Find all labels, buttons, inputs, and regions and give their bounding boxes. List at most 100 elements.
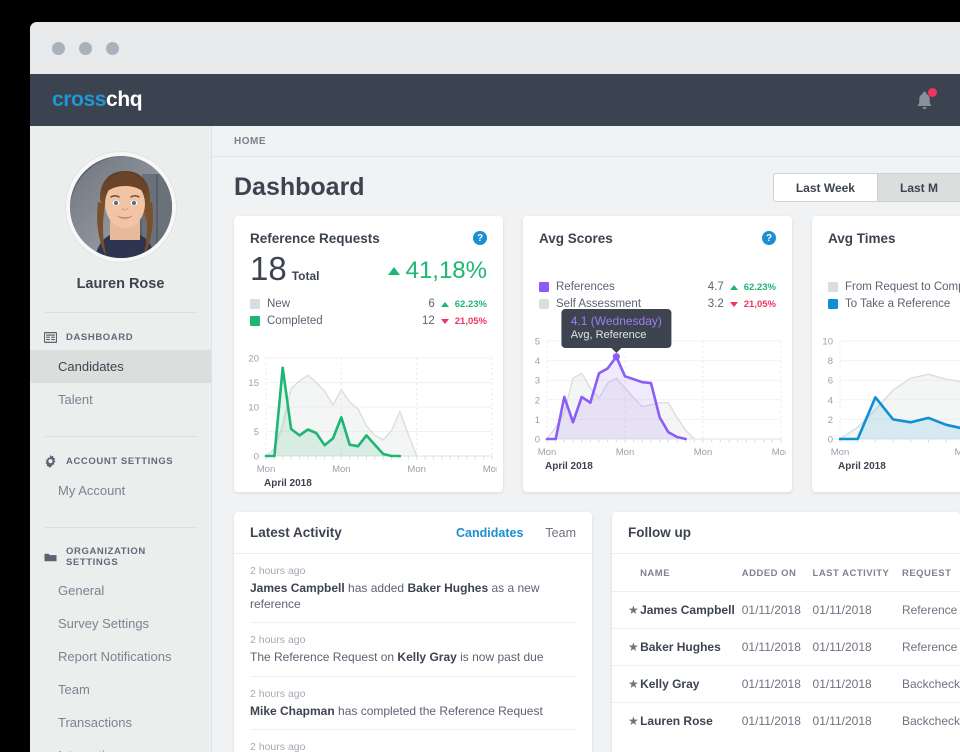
- svg-text:April 2018: April 2018: [838, 461, 886, 471]
- chart-avg-scores[interactable]: 012345MonMonMonMonApril 2018 4.1 (Wednes…: [523, 308, 792, 475]
- legend-value: 3.2: [707, 298, 724, 310]
- arrow-up-icon: [440, 301, 449, 307]
- activity-time: 2 hours ago: [250, 740, 306, 752]
- card-avg-times: Avg Times From Request to Complet: [812, 216, 960, 492]
- svg-text:10: 10: [248, 403, 259, 414]
- avatar[interactable]: [65, 152, 176, 262]
- legend-value: 4.7: [707, 281, 724, 293]
- star-icon[interactable]: ★: [612, 702, 641, 739]
- help-icon[interactable]: ?: [473, 231, 487, 245]
- activity-time: 2 hours ago: [250, 687, 306, 700]
- activity-item[interactable]: 2 hours ago Mike Chapman has completed th…: [250, 677, 576, 730]
- sidebar-divider-1: [44, 312, 197, 313]
- sidebar-item-survey-settings[interactable]: Survey Settings: [30, 607, 211, 640]
- svg-text:Mon: Mon: [616, 447, 634, 458]
- legend-row-references: References 4.7 62.23%: [539, 281, 776, 293]
- legend-swatch: [539, 299, 549, 309]
- th-last-activity[interactable]: LAST ACTIVITY: [813, 554, 902, 592]
- star-icon[interactable]: ★: [612, 591, 641, 629]
- th-request[interactable]: REQUEST: [902, 554, 960, 592]
- window-minimize-dot[interactable]: [79, 41, 92, 55]
- activity-item[interactable]: 2 hours ago James Campbell has added Bake…: [250, 554, 576, 624]
- breadcrumb-bar: HOME: [212, 126, 960, 157]
- sidebar-item-team[interactable]: Team: [30, 673, 211, 706]
- legend-swatch: [828, 282, 838, 292]
- sidebar-item-general[interactable]: General: [30, 574, 211, 607]
- sidebar-item-report-notifications[interactable]: Report Notifications: [30, 640, 211, 673]
- tab-team[interactable]: Team: [545, 526, 576, 540]
- app-logo[interactable]: crosschq: [52, 88, 143, 112]
- sidebar-group-header-dashboard: DASHBOARD: [30, 331, 211, 344]
- sidebar-group-label: ORGANIZATION SETTINGS: [66, 546, 146, 568]
- range-button-last-month[interactable]: Last M: [876, 173, 960, 202]
- th-added-on[interactable]: ADDED ON: [742, 554, 813, 592]
- arrow-down-icon: [729, 301, 738, 307]
- notifications-button[interactable]: [912, 87, 938, 113]
- folder-icon: [44, 551, 57, 564]
- svg-text:Mon: Mon: [955, 447, 960, 458]
- window-close-dot[interactable]: [52, 41, 65, 55]
- card-title: Avg Scores: [539, 231, 613, 246]
- legend-swatch: [828, 299, 838, 309]
- sidebar-item-candidates[interactable]: Candidates: [30, 350, 211, 383]
- chart-avg-times[interactable]: 0 2 4 6 8 10 Mon Mon April 2018: [812, 325, 960, 475]
- svg-text:0: 0: [254, 452, 259, 463]
- activity-item[interactable]: 2 hours ago The Reference Request on Kell…: [250, 623, 576, 677]
- legend-value: 12: [421, 315, 435, 327]
- table-row[interactable]: ★ Kelly Gray 01/11/2018 01/11/2018 Backcheck: [612, 665, 960, 703]
- star-icon[interactable]: ★: [612, 665, 641, 703]
- table-row[interactable]: ★ Lauren Rose 01/11/2018 01/11/2018 Backchec…: [612, 702, 960, 739]
- table-row[interactable]: ★ Baker Hughes 01/11/2018 01/11/2018 Referen…: [612, 628, 960, 666]
- svg-text:Mon: Mon: [831, 447, 849, 458]
- legend-label: Self Assessment: [556, 298, 642, 310]
- sidebar-group-organization: ORGANIZATION SETTINGS General Survey Set…: [30, 546, 211, 752]
- svg-text:5: 5: [535, 337, 540, 348]
- star-icon[interactable]: ★: [612, 628, 641, 666]
- svg-text:0: 0: [535, 435, 540, 446]
- delta-value: 41,18%: [405, 257, 487, 284]
- svg-text:Mon: Mon: [694, 447, 712, 458]
- tab-candidates[interactable]: Candidates: [456, 526, 523, 540]
- sidebar-item-talent[interactable]: Talent: [30, 383, 211, 416]
- notification-badge: [928, 88, 937, 97]
- sidebar-user-name: Lauren Rose: [76, 276, 165, 292]
- cell-added-on: 01/11/2018: [741, 628, 813, 666]
- chart-svg: 0 1 2 3 4 5 Mon Mon Mon Mon April 2018: [535, 337, 786, 472]
- legend-row-new: New 6 62.23%: [250, 298, 487, 310]
- table-row[interactable]: ★ James Campbell 01/11/2018 01/11/2018 Refer…: [612, 591, 960, 629]
- cell-added-on: 01/11/2018: [741, 665, 813, 703]
- sidebar-group-header-account: ACCOUNT SETTINGS: [30, 455, 211, 468]
- legend-avg-scores: References 4.7 62.23% Self Assessment 3.…: [539, 281, 776, 310]
- range-button-last-week[interactable]: Last Week: [772, 173, 877, 202]
- cell-request: Backcheck: [901, 665, 960, 703]
- delta-total: 41,18%: [387, 257, 487, 285]
- logo-text-primary: cross: [52, 88, 107, 111]
- chart-reference-requests[interactable]: 0 5 10 15 20 Mon Mon Mon Mon April 2018: [234, 342, 503, 492]
- sidebar: Lauren Rose DASHBOARD Candidates Talent …: [30, 126, 212, 752]
- th-name[interactable]: NAME: [640, 554, 742, 592]
- activity-item[interactable]: 2 hours agoLauren Rose has completed the…: [250, 730, 576, 752]
- svg-text:0: 0: [828, 435, 833, 446]
- sidebar-group-label: ACCOUNT SETTINGS: [66, 456, 174, 467]
- sidebar-item-my-account[interactable]: My Account: [30, 474, 211, 507]
- card-avg-scores: Avg Scores ? References 4.7 62.23% Self …: [523, 216, 792, 492]
- legend-row-request-to-complete: From Request to Complet: [828, 281, 960, 293]
- help-icon[interactable]: ?: [762, 231, 776, 245]
- legend-row-completed: Completed 12 21,05%: [250, 315, 487, 327]
- card-title: Latest Activity: [250, 525, 342, 540]
- legend-swatch: [250, 299, 260, 309]
- arrow-down-icon: [440, 318, 449, 324]
- svg-text:Mon: Mon: [772, 447, 786, 458]
- window-maximize-dot[interactable]: [106, 41, 119, 55]
- sidebar-item-integrations[interactable]: Integrations: [30, 739, 211, 752]
- breadcrumb[interactable]: HOME: [234, 136, 266, 147]
- sidebar-item-transactions[interactable]: Transactions: [30, 706, 211, 739]
- sidebar-divider-2: [44, 436, 197, 437]
- cell-name: James Campbell: [640, 591, 742, 629]
- legend-swatch: [539, 282, 549, 292]
- cell-added-on: 01/11/2018: [741, 591, 813, 629]
- legend-avg-times: From Request to Complet To Take a Refere…: [828, 281, 960, 310]
- card-title: Reference Requests: [250, 231, 380, 246]
- legend-pct: 21,05%: [454, 315, 487, 327]
- svg-text:Mon: Mon: [407, 464, 425, 475]
